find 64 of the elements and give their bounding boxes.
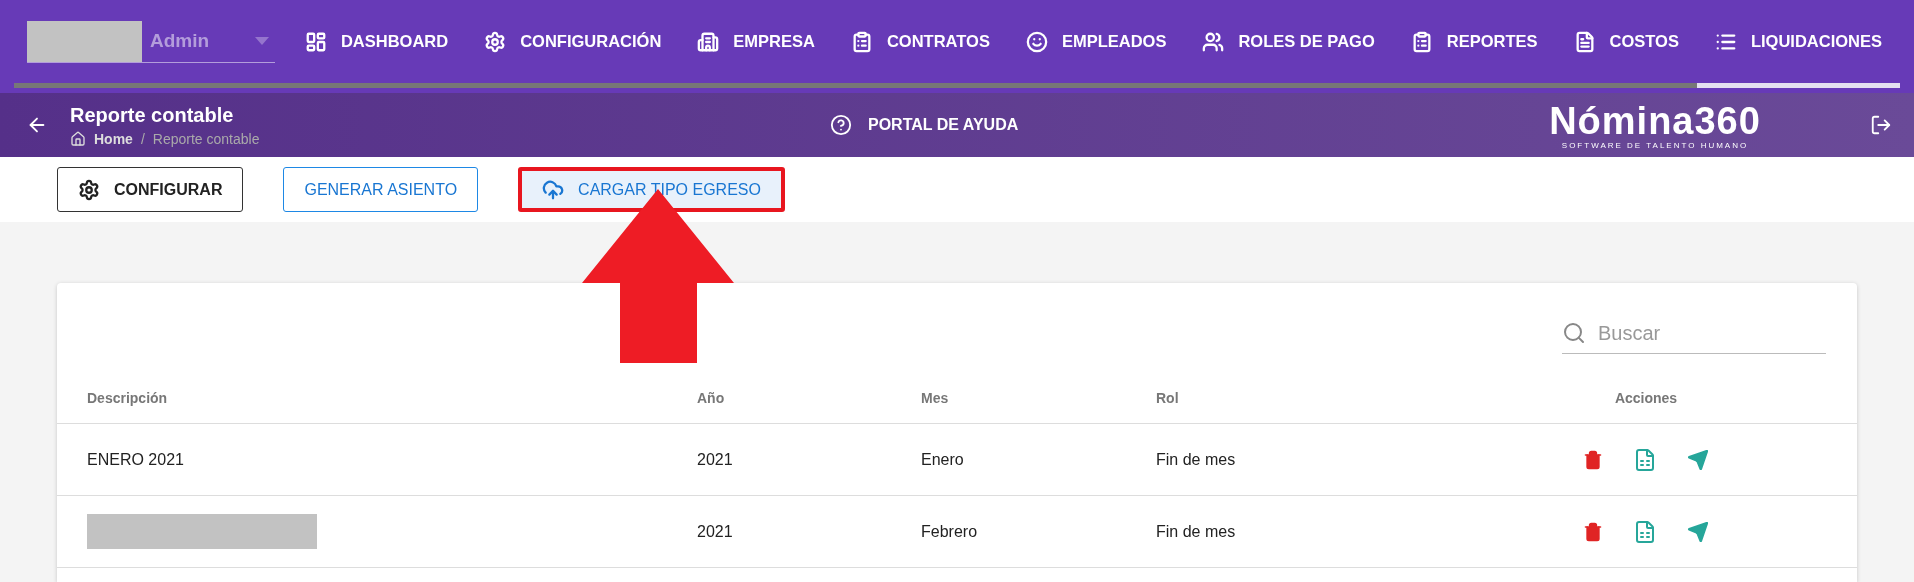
nav-tab[interactable]: DASHBOARD	[286, 0, 467, 88]
nav-tab[interactable]: EMPLEADOS	[1007, 0, 1185, 88]
toolbar-button[interactable]: GENERAR ASIENTO	[283, 167, 479, 212]
gear-icon	[484, 30, 507, 53]
nav-tab[interactable]: CONFIGURACIÓN	[466, 0, 680, 88]
send-icon	[1687, 448, 1709, 471]
nav-tab[interactable]: ROLES DE PAGO	[1184, 0, 1393, 88]
building-icon	[697, 30, 720, 53]
spreadsheet-icon	[1633, 447, 1657, 472]
trash-icon	[1583, 449, 1603, 470]
nav-tab[interactable]: LIQUIDACIONES	[1696, 0, 1900, 88]
nav-label: COSTOS	[1609, 32, 1679, 51]
table-cell: Enero	[921, 450, 964, 469]
help-icon	[830, 114, 852, 136]
breadcrumb-current: Reporte contable	[152, 130, 260, 147]
table-cell: Fin de mes	[1156, 450, 1236, 469]
logo-tagline: SOFTWARE DE TALENTO HUMANO	[1561, 140, 1749, 150]
nav-label: DASHBOARD	[340, 32, 449, 51]
toolbar-button[interactable]: CARGAR TIPO EGRESO	[518, 167, 785, 212]
spreadsheet-icon	[1633, 519, 1657, 544]
column-header: Año	[697, 354, 921, 424]
nav-tab[interactable]: REPORTES	[1392, 0, 1556, 88]
delete-button[interactable]	[1583, 521, 1603, 542]
logout-icon[interactable]	[1870, 114, 1892, 136]
people-icon	[1202, 30, 1225, 53]
nav-label: REPORTES	[1446, 32, 1538, 51]
send-button[interactable]	[1687, 448, 1709, 471]
table-cell: Febrero	[921, 522, 978, 541]
table-cell: Fin de mes	[1156, 522, 1236, 541]
nav-label: ROLES DE PAGO	[1238, 32, 1375, 51]
help-link[interactable]: PORTAL DE AYUDA	[830, 114, 1530, 136]
home-icon	[70, 130, 86, 147]
excel-button[interactable]	[1633, 447, 1657, 472]
table-cell: ENERO 2021	[87, 450, 184, 469]
nav-label: EMPLEADOS	[1061, 32, 1167, 51]
gear-icon	[78, 178, 100, 201]
nav-tab[interactable]: COSTOS	[1555, 0, 1697, 88]
table-cell: 2021	[697, 522, 733, 541]
caret-icon	[255, 37, 269, 45]
logo-text: Nómina360	[1549, 100, 1761, 141]
nav-tab[interactable]: EMPRESA	[679, 0, 833, 88]
cloud-upload-icon	[542, 178, 565, 201]
excel-button[interactable]	[1633, 519, 1657, 544]
nav-label: EMPRESA	[733, 32, 815, 51]
nav-tab[interactable]: CONTRATOS	[832, 0, 1008, 88]
search-icon	[1562, 321, 1586, 345]
nav-label: LIQUIDACIONES	[1750, 32, 1882, 51]
nav-label: CONFIGURACIÓN	[520, 32, 662, 51]
breadcrumb-link[interactable]: Home	[94, 130, 133, 147]
trash-icon	[1583, 521, 1603, 542]
column-header: Rol	[1156, 354, 1546, 424]
nav-label: CONTRATOS	[886, 32, 990, 51]
column-header: Mes	[921, 354, 1156, 424]
breadcrumb-separator: /	[140, 130, 145, 147]
send-button[interactable]	[1687, 520, 1709, 543]
table-cell: 2021	[697, 450, 733, 469]
delete-button[interactable]	[1583, 449, 1603, 470]
column-header: Descripción	[87, 354, 697, 424]
toolbar-button[interactable]: CONFIGURAR	[57, 167, 244, 212]
face-icon	[1025, 30, 1048, 53]
send-icon	[1687, 520, 1709, 543]
dashboard-icon	[304, 30, 327, 53]
column-header: Acciones	[1546, 354, 1746, 424]
page-title: Reporte contable	[70, 103, 235, 127]
